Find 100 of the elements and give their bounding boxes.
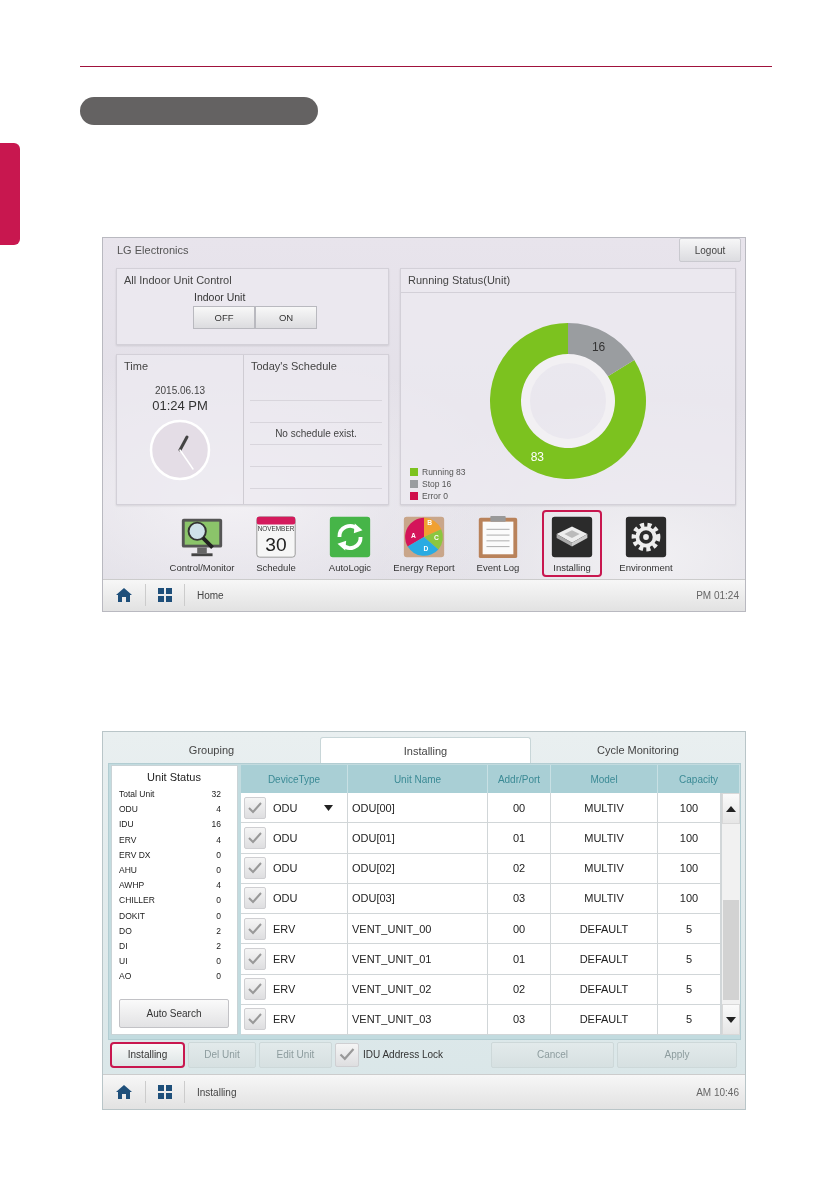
check-icon xyxy=(248,862,262,875)
unit-count: 0 xyxy=(216,909,221,923)
table-cell: ODU[02] xyxy=(348,853,488,883)
panel-title: Running Status(Unit) xyxy=(401,268,735,293)
tab[interactable]: Cycle Monitoring xyxy=(531,736,745,763)
table-cell: 00 xyxy=(488,914,551,944)
table-cell: MULTIV xyxy=(551,883,658,913)
logout-button[interactable]: Logout xyxy=(679,238,741,263)
unit-count: 2 xyxy=(216,940,221,954)
tab[interactable]: Grouping xyxy=(103,736,320,763)
checkbox[interactable] xyxy=(335,1042,359,1067)
row-checkbox[interactable] xyxy=(244,826,266,849)
scroll-up-button[interactable] xyxy=(722,793,740,824)
unit-type-label: DI xyxy=(119,940,128,954)
app-button[interactable]: AutoLogic xyxy=(313,509,387,577)
unit-type-label: IDU xyxy=(119,818,134,832)
home-icon[interactable] xyxy=(115,1084,133,1100)
unit-count: 0 xyxy=(216,955,221,969)
table-cell: ODU[00] xyxy=(348,793,488,823)
power-button[interactable]: ON xyxy=(255,305,317,329)
device-type-text: ODU xyxy=(273,892,298,905)
legend-label: Error 0 xyxy=(422,490,448,502)
app-button[interactable]: Control/Monitor xyxy=(165,509,239,577)
app-button[interactable]: Event Log xyxy=(461,509,535,577)
time-text: 01:24 PM xyxy=(152,397,208,413)
table-cell: 01 xyxy=(488,823,551,853)
unit-type-label: CHILLER xyxy=(119,894,155,908)
action-button[interactable]: Installing xyxy=(110,1041,185,1068)
check-icon xyxy=(248,983,262,996)
device-type-text: ERV xyxy=(273,952,296,965)
unit-type-label: AO xyxy=(119,970,132,984)
table-cell: 03 xyxy=(488,1004,551,1034)
panel-title: Today's Schedule xyxy=(250,358,338,374)
panel-title: Time xyxy=(123,358,150,374)
row-checkbox[interactable] xyxy=(244,796,266,819)
unit-type-label: ERV xyxy=(119,833,137,847)
down-arrow-icon xyxy=(726,1016,736,1023)
device-type-text: ERV xyxy=(273,983,296,996)
unit-type-label: UI xyxy=(119,955,128,969)
device-type-text: ODU xyxy=(273,862,298,875)
table-cell: ODU[01] xyxy=(348,823,488,853)
unit-count: 2 xyxy=(216,924,221,938)
unit-type-label: ERV DX xyxy=(119,848,151,862)
unit-type-label: ODU xyxy=(119,803,138,817)
auto-search-button[interactable]: Auto Search xyxy=(119,999,229,1028)
grid-icon[interactable] xyxy=(158,588,172,603)
unit-count: 16 xyxy=(211,818,221,832)
legend-label: Running 83 xyxy=(422,466,466,478)
tab[interactable]: Installing xyxy=(320,737,531,763)
legend-label: Stop 16 xyxy=(422,478,452,490)
indoor-unit-label: Indoor Unit xyxy=(194,290,247,303)
panel-title: Unit Status xyxy=(146,771,202,783)
device-type-dropdown[interactable]: ODU xyxy=(273,801,334,814)
table-cell: ODU[03] xyxy=(348,883,488,913)
calendar-day: 30 xyxy=(265,534,287,555)
check-icon xyxy=(248,801,262,814)
scroll-down-button[interactable] xyxy=(722,1004,740,1035)
table-cell: VENT_UNIT_02 xyxy=(348,974,488,1004)
unit-count: 4 xyxy=(216,803,221,817)
table-cell: 00 xyxy=(488,793,551,823)
grid-icon[interactable] xyxy=(158,1085,172,1099)
table-cell: VENT_UNIT_01 xyxy=(348,944,488,974)
app-title: LG Electronics xyxy=(117,244,189,257)
check-icon xyxy=(248,831,262,844)
table-cell: DEFAULT xyxy=(551,1004,658,1034)
table-cell: 03 xyxy=(488,883,551,913)
unit-count: 4 xyxy=(216,833,221,847)
home-icon[interactable] xyxy=(115,587,133,604)
unit-count: 0 xyxy=(216,970,221,984)
unit-type-label: Total Unit xyxy=(119,788,155,801)
breadcrumb-text: Installing xyxy=(197,1086,237,1098)
table-cell: DEFAULT xyxy=(551,914,658,944)
caret-icon xyxy=(324,804,334,811)
unit-count: 0 xyxy=(216,848,221,862)
row-checkbox[interactable] xyxy=(244,887,266,910)
row-checkbox[interactable] xyxy=(244,917,266,940)
unit-type-label: DO xyxy=(119,924,132,938)
data-label: 83 xyxy=(530,449,545,464)
row-checkbox[interactable] xyxy=(244,978,266,1001)
row-checkbox[interactable] xyxy=(244,857,266,880)
data-label: 16 xyxy=(591,339,606,354)
table-cell: 02 xyxy=(488,974,551,1004)
app-button[interactable]: Installing xyxy=(542,509,602,577)
checkbox-label: IDU Address Lock xyxy=(363,1049,444,1060)
breadcrumb-text: Home xyxy=(197,589,224,601)
unit-type-label: AHU xyxy=(119,864,137,877)
device-type-text: ERV xyxy=(273,922,296,935)
unit-type-label: AWHP xyxy=(119,879,145,893)
check-icon xyxy=(248,922,262,935)
unit-count: 0 xyxy=(216,864,221,877)
empty-schedule-message: No schedule exist. xyxy=(275,427,357,439)
scroll-thumb[interactable] xyxy=(723,900,739,1000)
check-icon xyxy=(248,952,262,965)
row-checkbox[interactable] xyxy=(244,947,266,970)
unit-count: 32 xyxy=(211,788,221,801)
analog-clock xyxy=(149,418,211,481)
row-checkbox[interactable] xyxy=(244,1008,266,1031)
table-cell: 02 xyxy=(488,853,551,883)
app-button[interactable]: Environment xyxy=(609,509,683,577)
power-button[interactable]: OFF xyxy=(193,305,255,329)
